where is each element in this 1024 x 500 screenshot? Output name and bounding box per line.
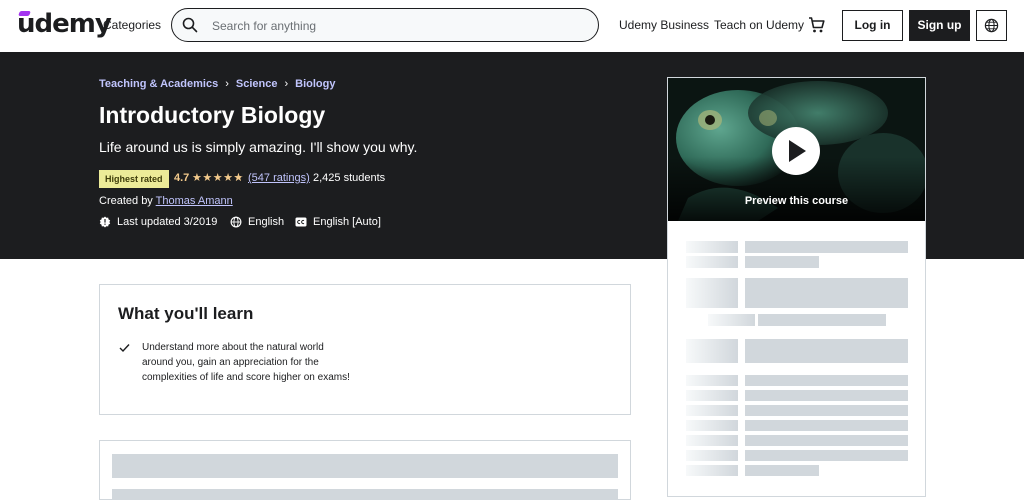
udemy-business-link[interactable]: Udemy Business <box>619 18 709 32</box>
skeleton-block <box>686 435 738 446</box>
created-by: Created by Thomas Amann <box>99 195 233 207</box>
breadcrumb-biology[interactable]: Biology <box>295 78 335 90</box>
skeleton-block <box>758 314 886 326</box>
skeleton-block <box>686 241 738 253</box>
skeleton-block <box>686 375 738 386</box>
skeleton-block <box>708 314 755 326</box>
login-button[interactable]: Log in <box>842 10 903 41</box>
skeleton-block <box>745 405 908 416</box>
skeleton-block <box>686 339 738 363</box>
breadcrumb-science[interactable]: Science <box>236 78 278 90</box>
skeleton-block <box>745 435 908 446</box>
highest-rated-badge: Highest rated <box>99 170 169 188</box>
checkmark-icon <box>119 344 130 353</box>
alert-badge-icon <box>99 216 111 228</box>
star-rating-icon: ★★★★☆ ★ <box>192 172 244 184</box>
students-count: 2,425 students <box>313 172 386 184</box>
top-navigation-bar: udemy Categories Udemy Business Teach on… <box>0 0 1024 52</box>
skeleton-block <box>745 390 908 401</box>
course-captions: English [Auto] <box>295 216 390 230</box>
course-language: English <box>230 216 290 230</box>
search-input[interactable] <box>210 16 584 36</box>
course-title: Introductory Biology <box>99 102 326 128</box>
search-icon[interactable] <box>182 17 198 33</box>
last-updated: Last updated 3/2019 <box>99 216 224 230</box>
categories-link[interactable]: Categories <box>103 18 161 32</box>
breadcrumb: Teaching & Academics › Science › Biology <box>99 78 336 90</box>
skeleton-block <box>686 256 738 268</box>
skeleton-block <box>686 278 738 308</box>
teach-on-udemy-link[interactable]: Teach on Udemy <box>714 18 804 32</box>
course-content-box <box>99 440 631 500</box>
skeleton-block <box>686 390 738 401</box>
created-by-label: Created by <box>99 195 153 207</box>
ratings-count-link[interactable]: (547 ratings) <box>248 172 310 184</box>
learn-item: Understand more about the natural world … <box>142 342 350 383</box>
skeleton-block <box>745 256 819 268</box>
skeleton-block <box>745 450 908 461</box>
udemy-logo[interactable]: udemy <box>17 9 112 39</box>
skeleton-block <box>745 241 908 253</box>
globe-icon <box>984 18 999 33</box>
skeleton-block <box>686 465 738 476</box>
language-text: English <box>248 216 285 228</box>
course-subtitle: Life around us is simply amazing. I'll s… <box>99 139 418 155</box>
skeleton-block <box>745 375 908 386</box>
last-updated-text: Last updated 3/2019 <box>117 216 218 228</box>
skeleton-block <box>745 420 908 431</box>
what-youll-learn-box: What you'll learn Understand more about … <box>99 284 631 415</box>
skeleton-block <box>745 339 908 363</box>
skeleton-block <box>686 405 738 416</box>
cart-icon[interactable] <box>808 16 826 34</box>
closed-captions-icon <box>295 217 307 227</box>
course-preview-video[interactable]: Preview this course <box>668 78 925 221</box>
chevron-right-icon: › <box>284 78 289 90</box>
skeleton-block <box>112 454 618 478</box>
instructor-link[interactable]: Thomas Amann <box>156 195 233 207</box>
skeleton-block <box>745 465 819 476</box>
language-button[interactable] <box>976 10 1007 41</box>
rating-value: 4.7 <box>174 172 190 184</box>
signup-button[interactable]: Sign up <box>909 10 970 41</box>
chevron-right-icon: › <box>225 78 229 90</box>
breadcrumb-teaching-academics[interactable]: Teaching & Academics <box>99 78 218 90</box>
skeleton-block <box>745 278 908 308</box>
globe-icon <box>230 216 242 228</box>
search-bar[interactable] <box>171 8 599 42</box>
captions-text: English [Auto] <box>313 216 381 228</box>
preview-course-label: Preview this course <box>744 195 849 207</box>
skeleton-block <box>686 450 738 461</box>
skeleton-block <box>686 420 738 431</box>
course-sidebar-card: Preview this course <box>667 77 926 497</box>
learn-heading: What you'll learn <box>118 304 254 323</box>
